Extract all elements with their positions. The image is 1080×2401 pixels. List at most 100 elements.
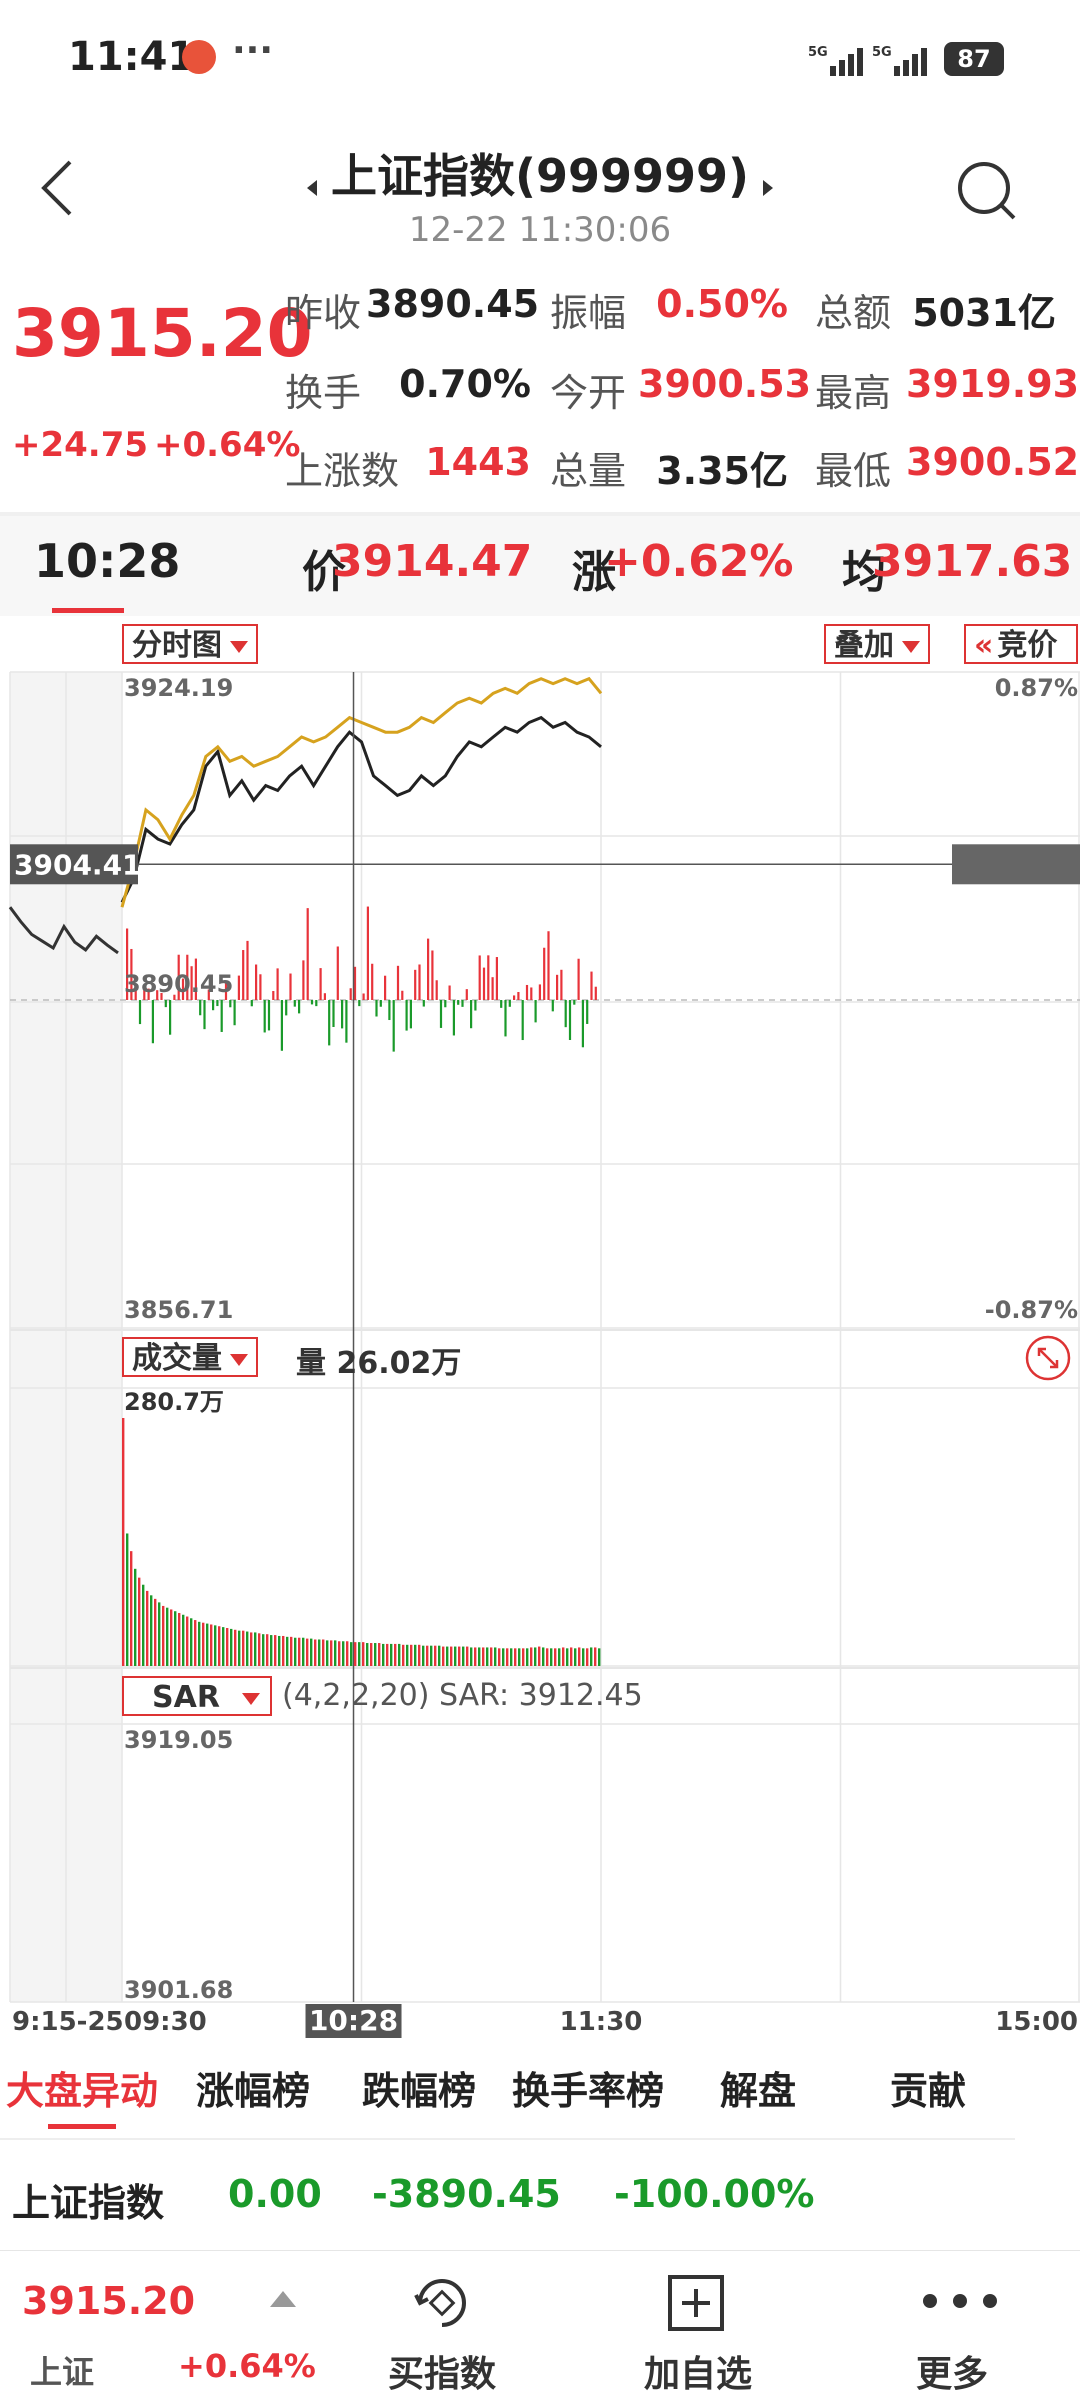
price-volume-bar	[586, 1000, 589, 1024]
price-volume-bar	[564, 1000, 567, 1028]
price-volume-bar	[302, 960, 305, 1000]
volume-bar	[498, 1648, 501, 1666]
volume-bar	[426, 1645, 429, 1666]
price-volume-bar	[255, 964, 258, 1000]
price-volume-bar	[517, 992, 520, 1000]
tab-item[interactable]: 换手率榜	[512, 2060, 664, 2115]
mini-name: 上证	[30, 2353, 95, 2391]
price-volume-bar	[418, 964, 421, 1000]
buy-index-button[interactable]: 买指数	[360, 2251, 520, 2401]
price-volume-bar	[547, 931, 550, 1000]
volume-bar	[574, 1648, 577, 1666]
volume-bar	[434, 1645, 437, 1666]
price-volume-bar	[551, 1000, 554, 1012]
volume-indicator-dropdown[interactable]: 成交量	[122, 1337, 258, 1377]
price-volume-bar	[280, 1000, 283, 1051]
volume-bar	[474, 1647, 477, 1666]
add-favorite-button[interactable]: 加自选	[614, 2251, 774, 2401]
volume-bar	[142, 1584, 145, 1666]
volume-bar	[310, 1638, 313, 1666]
more-button[interactable]: 更多	[880, 2251, 1040, 2401]
volume-bar	[178, 1612, 181, 1666]
add-favorite-label: 加自选	[644, 2354, 753, 2395]
volume-bar	[130, 1551, 133, 1666]
volume-readout: 量 26.02万	[296, 1346, 462, 1381]
mini-pct: +0.64%	[178, 2347, 316, 2385]
sar-indicator-dropdown[interactable]: SAR	[122, 1676, 272, 1716]
volume-bar	[238, 1630, 241, 1666]
fullscreen-icon[interactable]	[1024, 1334, 1072, 1382]
volume-bar	[350, 1642, 353, 1666]
volume-bar	[598, 1648, 601, 1666]
volume-bar	[422, 1645, 425, 1666]
volume-bar	[330, 1640, 333, 1666]
volume-bar	[578, 1647, 581, 1666]
tab-item[interactable]: 贡献	[890, 2060, 966, 2115]
tab-item[interactable]: 解盘	[720, 2060, 796, 2115]
price-volume-bar	[138, 1000, 142, 1025]
price-volume-bar	[293, 1000, 296, 1007]
price-volume-bar	[478, 955, 481, 1000]
price-volume-bar	[431, 950, 434, 1000]
x-tick-label: 10:28	[309, 2004, 398, 2037]
intraday-chart[interactable]: 3904.41 3924.19 3856.71 0.87% -0.87% 3890.45 2…	[0, 0, 1080, 2040]
volume-bar	[558, 1648, 561, 1666]
price-volume-bar	[508, 1000, 511, 1007]
price-volume-bar	[401, 990, 404, 1000]
sar-readout: (4,2,2,20) SAR: 3912.45	[282, 1678, 643, 1713]
volume-bar	[162, 1605, 165, 1666]
volume-bar	[374, 1643, 377, 1666]
price-volume-bar	[457, 1000, 460, 1005]
volume-bar	[154, 1598, 157, 1666]
price-volume-bar	[358, 1000, 361, 1007]
tab-item[interactable]: 涨幅榜	[196, 2060, 310, 2115]
x-tick-label: 9:15-25	[12, 2007, 124, 2037]
price-volume-bar	[233, 1000, 236, 1026]
volume-bar	[418, 1644, 421, 1666]
price-volume-bar	[461, 1000, 464, 1007]
price-volume-bar	[371, 963, 374, 1000]
price-volume-bar	[448, 985, 451, 1000]
volume-bar	[254, 1632, 257, 1666]
price-volume-bar	[323, 993, 326, 1000]
volume-bar	[566, 1648, 569, 1666]
list-item[interactable]: 上证指数 0.00 -3890.45 -100.00%	[0, 2140, 1080, 2250]
price-volume-bar	[298, 1000, 301, 1014]
volume-bar	[414, 1644, 417, 1666]
price-volume-bar	[530, 987, 533, 1000]
mini-quote[interactable]: 3915.20 上证 +0.64%	[0, 2251, 320, 2401]
volume-bar	[202, 1622, 205, 1666]
tab-item[interactable]: 大盘异动	[6, 2060, 158, 2115]
volume-bar	[210, 1624, 213, 1666]
chevron-down-icon	[230, 1353, 248, 1366]
crosshair-right-box	[952, 844, 1080, 885]
volume-bar	[542, 1647, 545, 1666]
volume-bar	[274, 1635, 277, 1666]
volume-bar	[230, 1628, 233, 1666]
volume-bar	[270, 1635, 273, 1666]
volume-bar	[530, 1647, 533, 1666]
x-tick-label: 15:00	[995, 2007, 1078, 2037]
volume-bar	[322, 1639, 325, 1666]
price-volume-bar	[349, 988, 352, 1000]
volume-bar	[590, 1647, 593, 1666]
price-volume-bar	[336, 946, 339, 1000]
volume-bar	[174, 1611, 177, 1666]
price-volume-bar	[332, 1000, 335, 1027]
volume-bar	[406, 1644, 409, 1666]
volume-bar	[186, 1616, 189, 1666]
price-volume-bar	[341, 1000, 344, 1029]
volume-bar	[486, 1647, 489, 1666]
price-volume-bar	[366, 906, 369, 1000]
volume-bar	[370, 1643, 373, 1666]
volume-bar	[438, 1645, 441, 1666]
bottom-action-bar: 3915.20 上证 +0.64% 买指数 加自选 更多	[0, 2250, 1080, 2401]
volume-bar	[554, 1648, 557, 1666]
price-volume-bar	[487, 955, 490, 1000]
price-volume-bar	[384, 975, 387, 1000]
volume-bar	[146, 1590, 149, 1666]
tab-item[interactable]: 跌幅榜	[362, 2060, 476, 2115]
price-volume-bar	[414, 969, 417, 1000]
volume-bar	[306, 1638, 309, 1666]
volume-bar	[430, 1645, 433, 1666]
